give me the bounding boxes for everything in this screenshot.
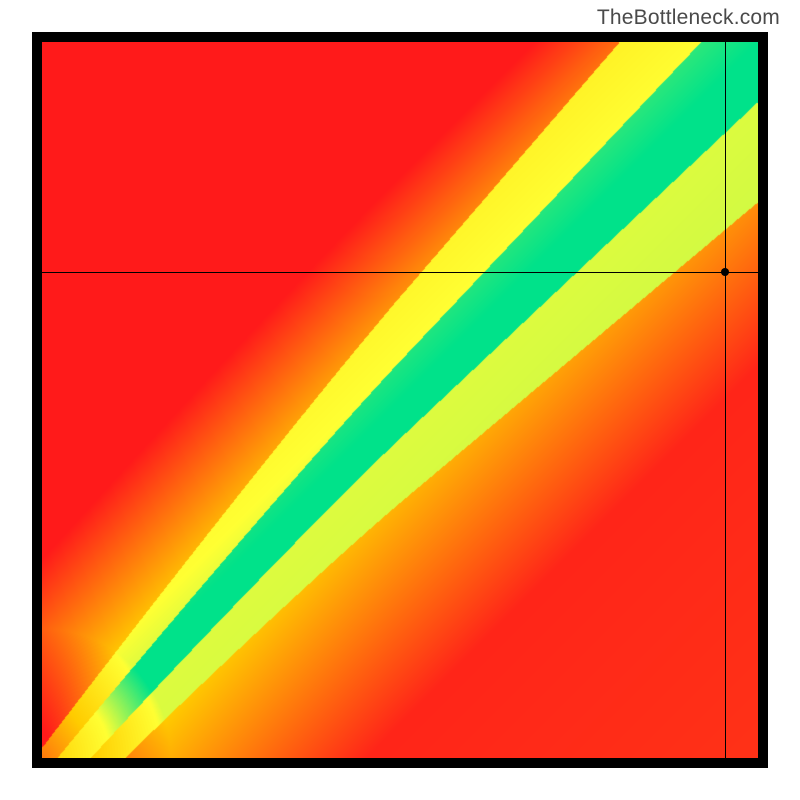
crosshair-horizontal — [42, 272, 758, 273]
plot-frame — [32, 32, 768, 768]
selected-point — [721, 268, 729, 276]
watermark-text: TheBottleneck.com — [597, 6, 780, 30]
heatmap-canvas — [42, 42, 758, 758]
plot-area — [42, 42, 758, 758]
crosshair-vertical — [725, 42, 726, 758]
